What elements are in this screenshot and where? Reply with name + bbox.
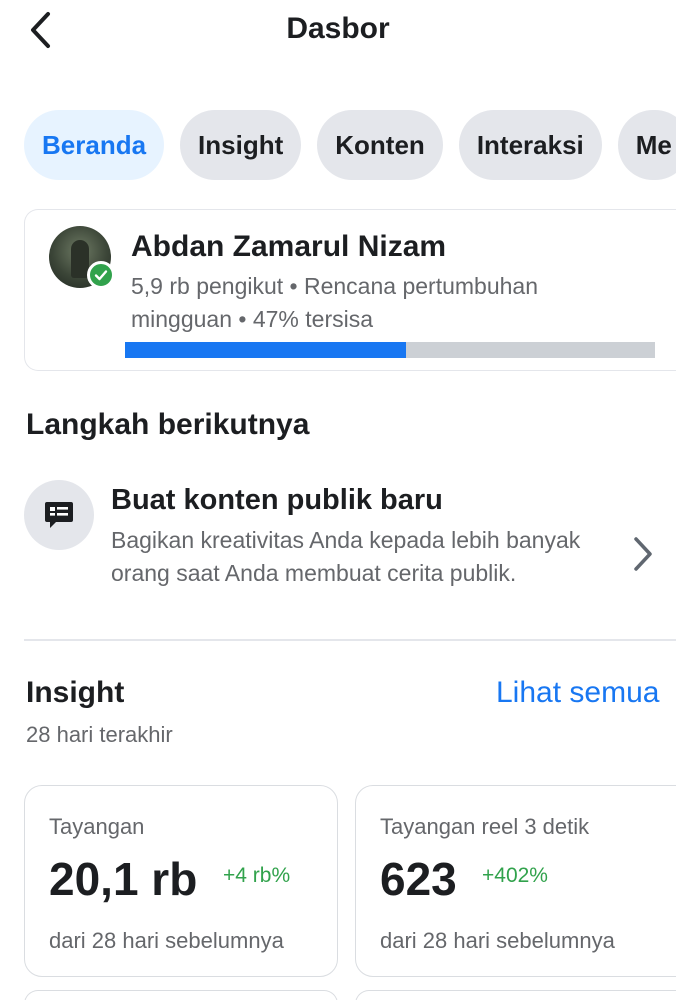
profile-subtitle: 5,9 rb pengikut • Rencana pertumbuhan mi… — [131, 273, 538, 332]
tab-interaksi[interactable]: Interaksi — [458, 110, 602, 180]
next-card-edge — [24, 990, 338, 1000]
chevron-right-icon — [628, 534, 658, 574]
verified-check-icon — [87, 261, 115, 289]
stat-compare: dari 28 hari sebelumnya — [49, 928, 284, 953]
next-card-edge — [355, 990, 676, 1000]
insight-period: 28 hari terakhir — [26, 722, 173, 747]
stat-value: 623 — [380, 853, 457, 905]
tab-insight[interactable]: Insight — [180, 110, 302, 180]
tab-bar: Beranda Insight Konten Interaksi Me — [24, 110, 676, 180]
stat-card-reel-views[interactable]: Tayangan reel 3 detik 623 +402% dari 28 … — [355, 785, 676, 977]
next-step-title: Buat konten publik baru — [111, 484, 443, 516]
growth-progress-bar — [125, 342, 655, 358]
message-icon-circle — [24, 480, 94, 550]
next-step-description: Bagikan kreativitas Anda kepada lebih ba… — [111, 527, 581, 586]
next-steps-heading: Langkah berikutnya — [26, 408, 310, 441]
stat-value: 20,1 rb — [49, 853, 198, 905]
stat-delta: +4 rb% — [223, 864, 291, 887]
stat-label: Tayangan — [49, 814, 145, 839]
profile-name: Abdan Zamarul Nizam — [131, 230, 447, 263]
profile-card[interactable]: Abdan Zamarul Nizam 5,9 rb pengikut • Re… — [24, 209, 676, 371]
tab-konten[interactable]: Konten — [317, 110, 443, 180]
chat-bubble-icon — [45, 502, 73, 528]
insight-heading: Insight — [26, 676, 125, 709]
section-divider — [24, 639, 676, 641]
see-all-link[interactable]: Lihat semua — [496, 676, 659, 710]
header-bar: Dasbor — [0, 0, 676, 64]
tab-more[interactable]: Me — [617, 110, 676, 180]
stat-delta: +402% — [482, 864, 548, 887]
growth-progress-fill — [125, 342, 406, 358]
stat-compare: dari 28 hari sebelumnya — [380, 928, 615, 953]
page-title: Dasbor — [286, 12, 390, 45]
stat-label: Tayangan reel 3 detik — [380, 814, 590, 839]
create-public-content-item[interactable]: Buat konten publik baru Bagikan kreativi… — [24, 478, 676, 628]
stat-card-views[interactable]: Tayangan 20,1 rb +4 rb% dari 28 hari seb… — [24, 785, 338, 977]
tab-beranda[interactable]: Beranda — [24, 110, 165, 180]
